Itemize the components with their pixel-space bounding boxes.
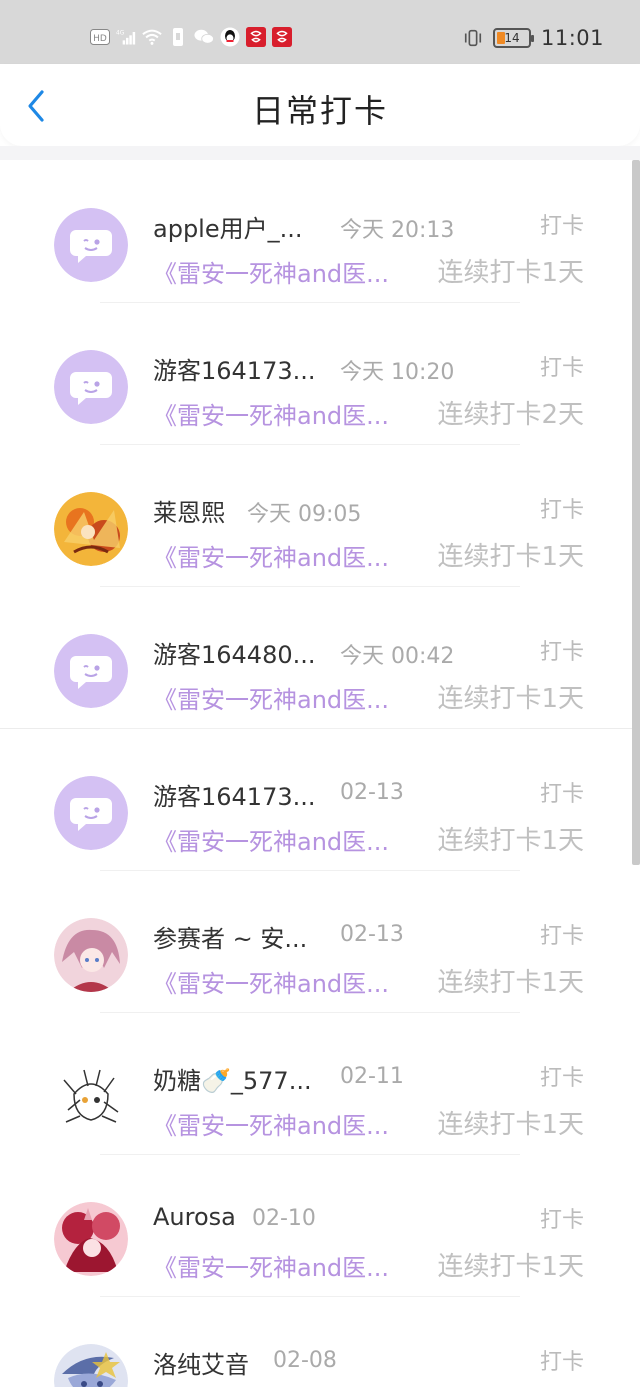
- list-item[interactable]: 洛纯艾音 02-08 打卡: [0, 1296, 640, 1387]
- checkin-tag: 打卡: [539, 498, 584, 523]
- checkin-time: 今天 09:05: [247, 502, 362, 527]
- avatar-image: [54, 918, 128, 992]
- list-item[interactable]: Aurosa 02-10 打卡 《雷安一死神and医... 连续打卡1天: [0, 1154, 640, 1297]
- hd-icon: HD: [90, 27, 110, 47]
- book-link[interactable]: 《雷安一死神and医...: [153, 1248, 389, 1283]
- scrollbar[interactable]: [632, 160, 640, 865]
- checkin-time: 02-13: [340, 780, 404, 805]
- avatar[interactable]: [54, 1060, 128, 1134]
- list-item[interactable]: 莱恩熙 今天 09:05 打卡 《雷安一死神and医... 连续打卡1天: [0, 444, 640, 587]
- checkin-list[interactable]: apple用户_... 今天 20:13 打卡 《雷安一死神and医... 连续…: [0, 160, 640, 1387]
- checkin-time: 02-08: [273, 1348, 337, 1373]
- battery-icon: 14: [492, 28, 534, 48]
- user-name[interactable]: 游客164480...: [153, 635, 316, 670]
- streak-count: 连续打卡1天: [437, 968, 584, 998]
- checkin-time: 02-10: [252, 1206, 316, 1231]
- streak-count: 连续打卡1天: [437, 258, 584, 288]
- qq-icon: [220, 27, 240, 47]
- book-link[interactable]: 《雷安一死神and医...: [153, 964, 389, 999]
- checkin-time: 今天 00:42: [340, 644, 455, 669]
- avatar[interactable]: [54, 776, 128, 850]
- page-title: 日常打卡: [251, 92, 388, 130]
- checkin-tag: 打卡: [539, 356, 584, 381]
- checkin-tag: 打卡: [539, 640, 584, 665]
- list-item[interactable]: 参赛者 ~ 安... 02-13 打卡 《雷安一死神and医... 连续打卡1天: [0, 870, 640, 1013]
- streak-count: 连续打卡1天: [437, 542, 584, 572]
- avatar[interactable]: [54, 350, 128, 424]
- list-item[interactable]: 游客164480... 今天 00:42 打卡 《雷安一死神and医... 连续…: [0, 586, 640, 729]
- signal-4g-icon: 4G: [116, 27, 136, 47]
- vibrate-icon: [463, 28, 483, 48]
- avatar[interactable]: [54, 1344, 128, 1387]
- status-icons-left: HD 4G: [90, 24, 292, 50]
- app-badge-icon: [246, 27, 266, 47]
- checkin-tag: 打卡: [539, 1208, 584, 1233]
- status-icons-right: 14 11:01: [463, 24, 604, 52]
- avatar[interactable]: [54, 208, 128, 282]
- status-bar: HD 4G 14 11:01: [0, 0, 640, 64]
- avatar-image: [54, 492, 128, 566]
- book-link[interactable]: 《雷安一死神and医...: [153, 680, 389, 715]
- streak-count: 连续打卡2天: [437, 400, 584, 430]
- avatar-image: [54, 1060, 128, 1134]
- user-name[interactable]: 洛纯艾音: [153, 1345, 249, 1380]
- list-item[interactable]: 游客164173... 今天 10:20 打卡 《雷安一死神and医... 连续…: [0, 302, 640, 445]
- book-link[interactable]: 《雷安一死神and医...: [153, 822, 389, 857]
- user-name[interactable]: Aurosa: [153, 1203, 236, 1231]
- book-link[interactable]: 《雷安一死神and医...: [153, 396, 389, 431]
- book-link[interactable]: 《雷安一死神and医...: [153, 1106, 389, 1141]
- status-time: 11:01: [540, 26, 604, 50]
- svg-text:HD: HD: [93, 34, 107, 44]
- checkin-time: 02-11: [340, 1064, 404, 1089]
- default-avatar-icon: [54, 350, 128, 424]
- sim-icon: [168, 27, 188, 47]
- checkin-tag: 打卡: [539, 1066, 584, 1091]
- list-item[interactable]: 奶糖🍼_577... 02-11 打卡 《雷安一死神and医... 连续打卡1天: [0, 1012, 640, 1155]
- user-name[interactable]: 游客164173...: [153, 777, 316, 812]
- checkin-tag: 打卡: [539, 924, 584, 949]
- wechat-icon: [194, 27, 214, 47]
- default-avatar-icon: [54, 634, 128, 708]
- streak-count: 连续打卡1天: [437, 1252, 584, 1282]
- wifi-icon: [142, 27, 162, 47]
- avatar-image: [54, 1202, 128, 1276]
- list-item[interactable]: apple用户_... 今天 20:13 打卡 《雷安一死神and医... 连续…: [0, 160, 640, 303]
- checkin-tag: 打卡: [539, 214, 584, 239]
- avatar[interactable]: [54, 634, 128, 708]
- avatar[interactable]: [54, 1202, 128, 1276]
- header-separator: [0, 146, 640, 160]
- user-name[interactable]: 莱恩熙: [153, 493, 225, 528]
- checkin-tag: 打卡: [539, 1350, 584, 1375]
- avatar[interactable]: [54, 918, 128, 992]
- streak-count: 连续打卡1天: [437, 1110, 584, 1140]
- checkin-tag: 打卡: [539, 782, 584, 807]
- nav-bar: 日常打卡: [0, 64, 640, 146]
- checkin-time: 今天 20:13: [340, 218, 455, 243]
- checkin-time: 02-13: [340, 922, 404, 947]
- book-link[interactable]: 《雷安一死神and医...: [153, 538, 389, 573]
- streak-count: 连续打卡1天: [437, 826, 584, 856]
- user-name[interactable]: apple用户_...: [153, 209, 303, 244]
- book-link[interactable]: 《雷安一死神and医...: [153, 254, 389, 289]
- battery-percent: 14: [504, 31, 520, 45]
- user-name[interactable]: 奶糖🍼_577...: [153, 1061, 312, 1096]
- avatar-image: [54, 1344, 128, 1387]
- checkin-time: 今天 10:20: [340, 360, 455, 385]
- app-badge-icon: [272, 27, 292, 47]
- default-avatar-icon: [54, 776, 128, 850]
- default-avatar-icon: [54, 208, 128, 282]
- user-name[interactable]: 参赛者 ~ 安...: [153, 919, 307, 954]
- user-name[interactable]: 游客164173...: [153, 351, 316, 386]
- svg-text:4G: 4G: [116, 31, 125, 37]
- avatar[interactable]: [54, 492, 128, 566]
- streak-count: 连续打卡1天: [437, 684, 584, 714]
- list-item[interactable]: 游客164173... 02-13 打卡 《雷安一死神and医... 连续打卡1…: [0, 728, 640, 871]
